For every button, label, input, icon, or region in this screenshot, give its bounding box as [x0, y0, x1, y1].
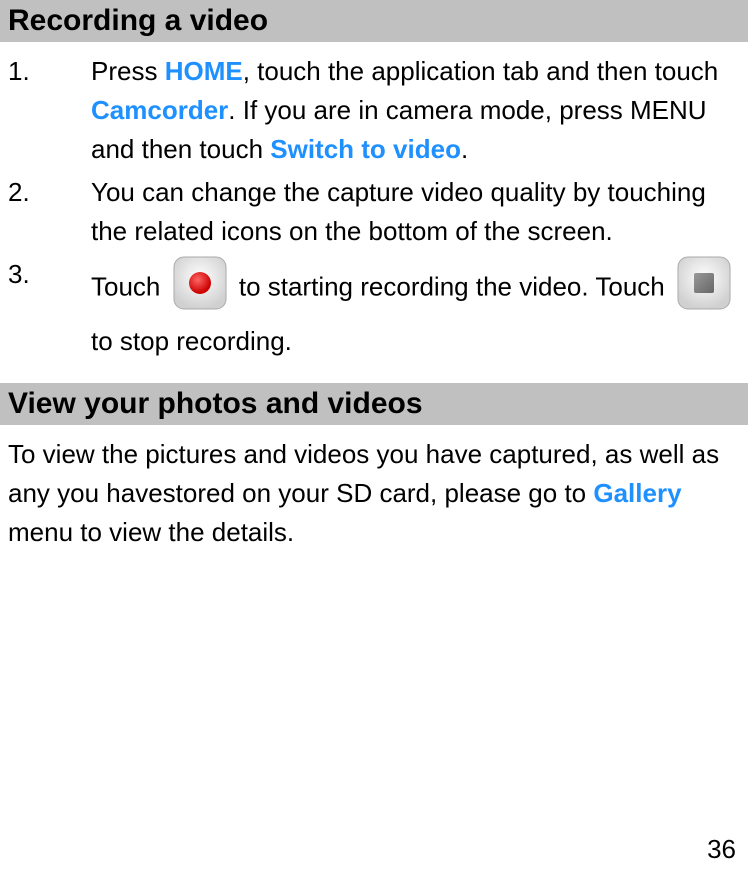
list-number: 1. [8, 52, 83, 169]
list-text: You can change the capture video quality… [83, 173, 748, 251]
view-title: View your photos and videos [8, 387, 423, 420]
stop-icon [676, 255, 732, 322]
gallery-keyword: Gallery [593, 478, 681, 508]
list-number: 3. [8, 255, 83, 361]
list-item: 2. You can change the capture video qual… [8, 173, 748, 251]
section-header-view: View your photos and videos [0, 383, 748, 425]
view-body: To view the pictures and videos you have… [0, 435, 748, 552]
text-part: . [461, 134, 468, 164]
text-part: menu to view the details. [8, 517, 294, 547]
list-text: Press HOME, touch the application tab an… [83, 52, 748, 169]
list-text: Touch [83, 255, 748, 361]
camcorder-keyword: Camcorder [91, 95, 228, 125]
home-keyword: HOME [165, 56, 243, 86]
text-part: Press [91, 56, 165, 86]
text-part: to starting recording the video. Touch [239, 271, 665, 301]
record-icon [172, 255, 228, 322]
section-header-recording: Recording a video [0, 0, 748, 42]
recording-list: 1. Press HOME, touch the application tab… [0, 52, 748, 361]
text-part: Touch [91, 271, 168, 301]
list-number: 2. [8, 173, 83, 251]
list-item: 3. Touch [8, 255, 748, 361]
text-part: to stop recording. [91, 326, 292, 356]
page-number: 36 [707, 834, 736, 865]
switch-keyword: Switch to video [270, 134, 461, 164]
recording-title: Recording a video [8, 4, 268, 37]
text-part: , touch the application tab and then tou… [243, 56, 719, 86]
list-item: 1. Press HOME, touch the application tab… [8, 52, 748, 169]
